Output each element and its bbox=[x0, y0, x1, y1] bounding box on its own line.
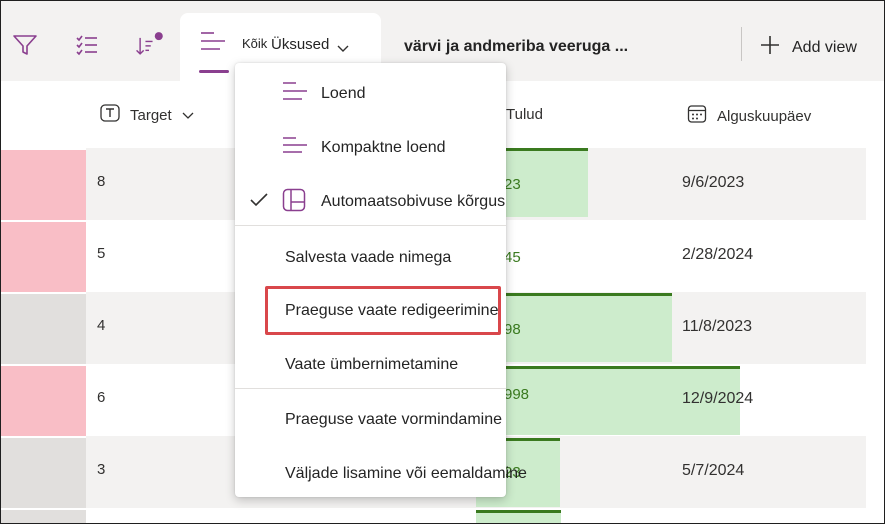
cell-start-date: 12/9/2024 bbox=[682, 390, 754, 407]
cell-start-date: 9/6/2023 bbox=[682, 174, 745, 191]
menu-item-rename-view-label: Vaate ümbernimetamine bbox=[285, 356, 459, 373]
column-header-start-date[interactable]: Alguskuupäev bbox=[687, 104, 811, 128]
column-header-start-date-label: Alguskuupäev bbox=[717, 107, 812, 125]
cell-target: 6 bbox=[97, 389, 106, 406]
menu-divider bbox=[235, 388, 506, 389]
autofit-grid-icon bbox=[282, 188, 306, 217]
menu-item-list[interactable]: Loend bbox=[235, 81, 506, 108]
row-color-cell bbox=[1, 150, 86, 220]
text-field-icon bbox=[100, 104, 120, 126]
column-header-target-label: Target bbox=[130, 106, 172, 124]
menu-item-compact-list[interactable]: Kompaktne loend bbox=[235, 136, 506, 160]
cell-start-date: 11/8/2023 bbox=[682, 318, 752, 335]
chevron-down-icon[interactable] bbox=[337, 40, 349, 58]
active-tab-indicator bbox=[199, 70, 229, 73]
toolbar-divider bbox=[741, 27, 742, 61]
cell-start-date: 5/7/2024 bbox=[682, 462, 745, 479]
column-header-revenue[interactable]: Tulud bbox=[506, 106, 543, 123]
sort-icon[interactable] bbox=[133, 29, 165, 61]
row-color-cell bbox=[1, 222, 86, 292]
cell-target: 8 bbox=[97, 173, 106, 190]
view-options-menu: Loend Kompaktne loend Automaatsobivuse k… bbox=[235, 63, 527, 497]
cell-start-date: 2/28/2024 bbox=[682, 246, 754, 263]
list-app-window: Kõik Üksused värvi ja andmeriba veeruga … bbox=[0, 0, 885, 524]
cell-target: 4 bbox=[97, 317, 106, 334]
cell-revenue: 998 bbox=[504, 386, 530, 403]
menu-item-add-remove-fields[interactable]: Väljade lisamine või eemaldamine bbox=[235, 462, 527, 486]
compact-list-icon bbox=[282, 135, 308, 162]
add-view-button[interactable]: Add view bbox=[760, 35, 857, 60]
revenue-bar bbox=[476, 510, 561, 523]
cell-revenue: 45 bbox=[504, 249, 521, 266]
view-tab-prefix: Kõik bbox=[242, 36, 268, 51]
menu-item-rename-view[interactable]: Vaate ümbernimetamine bbox=[235, 353, 506, 377]
plus-icon bbox=[760, 35, 780, 60]
checkmark-icon bbox=[249, 192, 269, 213]
menu-item-list-label: Loend bbox=[321, 85, 366, 102]
menu-item-format-current-view[interactable]: Praeguse vaate vormindamine bbox=[235, 408, 506, 432]
row-color-cell bbox=[1, 294, 86, 364]
annotation-highlight-box bbox=[265, 286, 501, 335]
menu-item-format-current-view-label: Praeguse vaate vormindamine bbox=[285, 411, 503, 428]
menu-item-save-view-as-label: Salvesta vaade nimega bbox=[285, 249, 452, 266]
cell-revenue: 23 bbox=[504, 176, 521, 193]
list-view-icon bbox=[282, 81, 308, 108]
cell-revenue: 98 bbox=[504, 321, 521, 338]
menu-item-save-view-as[interactable]: Salvesta vaade nimega bbox=[235, 246, 506, 270]
row-color-cell bbox=[1, 438, 86, 508]
menu-item-compact-list-label: Kompaktne loend bbox=[321, 139, 446, 156]
table-row[interactable] bbox=[1, 508, 884, 523]
checklist-icon[interactable] bbox=[71, 29, 103, 61]
menu-item-autofit-height-label: Automaatsobivuse kõrgus bbox=[321, 193, 506, 210]
view-tab-label: Üksused bbox=[271, 36, 330, 53]
list-view-icon bbox=[200, 31, 226, 58]
menu-item-add-remove-fields-label: Väljade lisamine või eemaldamine bbox=[285, 465, 527, 482]
chevron-down-icon bbox=[182, 107, 194, 124]
view-tab-other[interactable]: värvi ja andmeriba veeruga ... bbox=[404, 38, 628, 56]
cell-target: 3 bbox=[97, 461, 106, 478]
menu-divider bbox=[235, 225, 506, 226]
filter-icon[interactable] bbox=[9, 29, 41, 61]
menu-item-autofit-height[interactable]: Automaatsobivuse kõrgus bbox=[235, 188, 506, 217]
row-color-cell bbox=[1, 510, 86, 523]
calendar-icon bbox=[687, 104, 707, 128]
row-color-cell bbox=[1, 366, 86, 436]
column-header-revenue-label: Tulud bbox=[506, 106, 543, 123]
column-header-target[interactable]: Target bbox=[100, 104, 194, 126]
add-view-label: Add view bbox=[792, 38, 857, 56]
cell-target: 5 bbox=[97, 245, 106, 262]
